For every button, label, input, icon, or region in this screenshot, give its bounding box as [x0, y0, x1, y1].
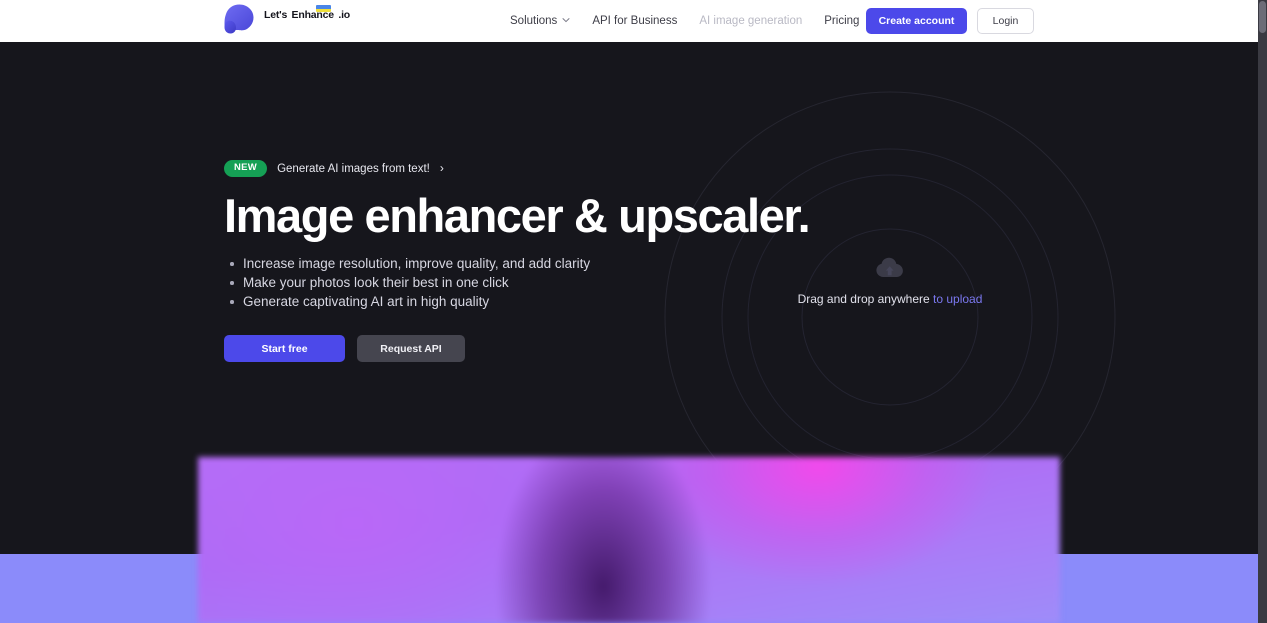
- browser-viewport: Let's Enhance .io Solutions API for Busi…: [0, 0, 1258, 623]
- list-item: Make your photos look their best in one …: [224, 273, 744, 292]
- hero-feature-list: Increase image resolution, improve quali…: [224, 254, 744, 311]
- logo-line-1: Let's: [264, 9, 288, 21]
- nav-item-label: Pricing: [824, 15, 860, 27]
- status-badge: NEW: [224, 160, 268, 177]
- nav-item-ai-image-generation[interactable]: AI image generation: [699, 15, 802, 27]
- logo-blob-icon: [223, 3, 257, 37]
- chevron-down-icon: [562, 16, 570, 24]
- site-header: Let's Enhance .io Solutions API for Busi…: [0, 0, 1258, 42]
- nav-item-solutions[interactable]: Solutions: [510, 15, 570, 27]
- upload-dropzone[interactable]: Drag and drop anywhere to upload: [760, 257, 1020, 306]
- scrollbar-thumb[interactable]: [1259, 1, 1266, 33]
- nav-item-pricing[interactable]: Pricing: [824, 15, 859, 27]
- nav-item-api-for-business[interactable]: API for Business: [592, 15, 677, 27]
- dropzone-label: Drag and drop anywhere to upload: [798, 292, 983, 306]
- nav-item-label: Solutions: [510, 15, 558, 27]
- page-title: Image enhancer & upscaler.: [224, 189, 811, 242]
- logo-wordmark: Let's Enhance .io: [264, 3, 350, 23]
- hero-content: NEW Generate AI images from text! › Imag…: [224, 160, 811, 362]
- page-scrollbar[interactable]: [1258, 0, 1267, 623]
- new-feature-label: Generate AI images from text!: [277, 162, 430, 175]
- request-api-button[interactable]: Request API: [357, 335, 465, 362]
- create-account-button[interactable]: Create account: [866, 8, 967, 34]
- login-button[interactable]: Login: [977, 8, 1034, 34]
- chevron-right-icon: ›: [439, 160, 444, 175]
- nav-item-label: AI image generation: [699, 15, 803, 27]
- cloud-upload-icon: [875, 257, 905, 279]
- start-free-button[interactable]: Start free: [224, 335, 345, 362]
- logo-line-3: .io: [338, 9, 351, 21]
- new-feature-banner[interactable]: NEW Generate AI images from text! ›: [224, 160, 444, 177]
- dropzone-text-static: Drag and drop anywhere: [797, 292, 930, 306]
- preview-image: [198, 457, 1060, 623]
- upload-link[interactable]: to upload: [933, 292, 982, 306]
- main-nav: Solutions API for Business AI image gene…: [510, 0, 904, 42]
- site-logo[interactable]: Let's Enhance .io: [223, 3, 350, 40]
- header-actions: Create account Login: [866, 0, 1034, 42]
- nav-item-label: API for Business: [592, 15, 678, 27]
- ukraine-flag-icon: [316, 5, 331, 12]
- hero-cta-group: Start free Request API: [224, 335, 744, 362]
- list-item: Increase image resolution, improve quali…: [224, 254, 744, 273]
- page-root: Let's Enhance .io Solutions API for Busi…: [0, 0, 1267, 623]
- list-item: Generate captivating AI art in high qual…: [224, 292, 744, 311]
